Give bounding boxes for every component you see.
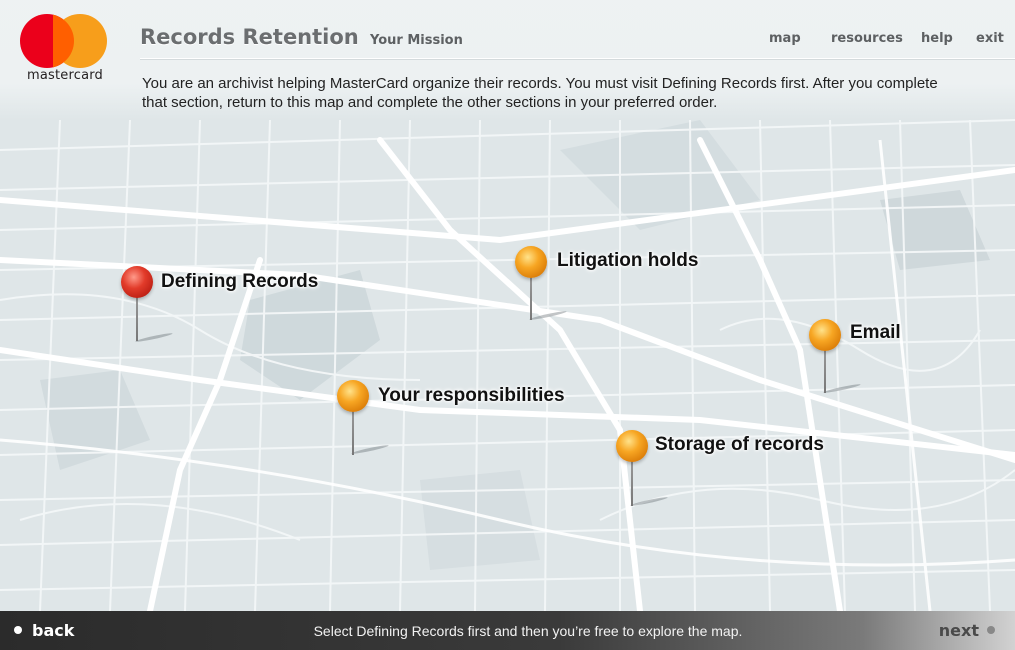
pin-label-email[interactable]: Email (850, 322, 901, 344)
nav-help[interactable]: help (921, 31, 953, 46)
header-divider (140, 58, 1015, 59)
pin-label-defining-records[interactable]: Defining Records (161, 271, 318, 293)
logo-wordmark: mastercard (26, 68, 104, 83)
pin-email[interactable] (809, 319, 861, 399)
pin-label-storage-of-records[interactable]: Storage of records (655, 434, 824, 456)
next-button[interactable]: next (939, 621, 995, 640)
intro-text: You are an archivist helping MasterCard … (142, 75, 938, 111)
nav-resources[interactable]: resources (831, 31, 903, 46)
pin-defining-records[interactable] (121, 266, 173, 346)
next-dot-icon (987, 625, 995, 634)
nav-exit[interactable]: exit (976, 31, 1004, 46)
page-subtitle: Your Mission (370, 33, 463, 48)
pin-label-litigation-holds[interactable]: Litigation holds (557, 250, 698, 272)
page-title: Records Retention (140, 25, 359, 49)
pin-your-responsibilities[interactable] (337, 380, 389, 460)
pin-litigation-holds[interactable] (515, 246, 567, 326)
mastercard-logo: mastercard (20, 14, 110, 86)
next-label: next (938, 621, 979, 640)
footer-bar: back Select Defining Records first and t… (0, 611, 1015, 650)
pin-storage-of-records[interactable] (616, 430, 668, 510)
nav-map[interactable]: map (769, 31, 801, 46)
pin-label-your-responsibilities[interactable]: Your responsibilities (378, 385, 565, 407)
footer-message: Select Defining Records first and then y… (313, 623, 743, 639)
